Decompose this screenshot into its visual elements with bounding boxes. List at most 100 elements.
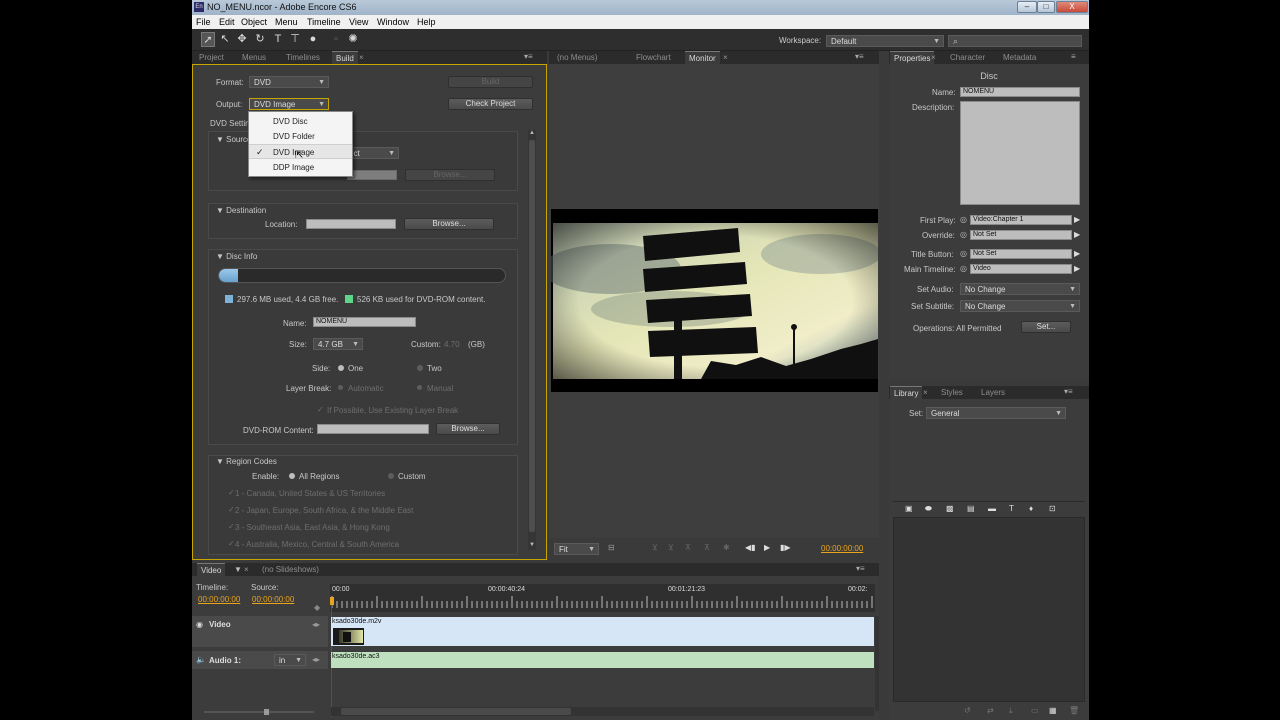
audio-track-header[interactable]: 🔈 Audio 1: in ▼ ◂▸ xyxy=(192,651,328,669)
tab-build[interactable]: Build xyxy=(332,51,358,64)
output-option-dvd-folder[interactable]: DVD Folder xyxy=(249,129,352,144)
library-items-area[interactable] xyxy=(893,517,1085,702)
location-field[interactable] xyxy=(306,219,396,229)
tab-timelines[interactable]: Timelines xyxy=(286,51,320,64)
minimize-button[interactable]: – xyxy=(1017,1,1037,13)
tab-no-menus[interactable]: (no Menus) xyxy=(557,51,597,64)
side-two-radio[interactable] xyxy=(417,365,423,371)
menu-object[interactable]: Object xyxy=(241,17,267,27)
scrollbar-thumb[interactable] xyxy=(529,140,535,532)
library-background-icon[interactable]: ▤ xyxy=(967,504,975,513)
menu-file[interactable]: File xyxy=(196,17,211,27)
side-one-radio[interactable] xyxy=(338,365,344,371)
step-forward-icon[interactable]: ▮▶ xyxy=(780,543,791,552)
speaker-icon[interactable]: 🔈 xyxy=(196,655,206,664)
panel-menu-icon[interactable]: ≡ xyxy=(1071,52,1076,61)
vertical-text-tool-icon[interactable]: ⊤ xyxy=(288,32,302,47)
zoom-slider[interactable] xyxy=(204,709,314,715)
library-place-icon[interactable]: ⊡ xyxy=(1049,504,1056,513)
destination-header[interactable]: ▼ Destination xyxy=(216,206,266,215)
fit-select[interactable]: Fit ▼ xyxy=(554,543,599,555)
region-codes-header[interactable]: ▼ Region Codes xyxy=(216,457,277,466)
title-button-field[interactable]: Not Set xyxy=(970,249,1072,259)
video-track-header[interactable]: ◉ Video ◂▸ xyxy=(192,616,328,647)
track-expand-icon[interactable]: ◂▸ xyxy=(312,620,320,629)
tab-styles[interactable]: Styles xyxy=(941,386,963,399)
pickwhip-icon[interactable]: ◎ xyxy=(960,230,967,239)
mark-out-icon[interactable]: ⊻ xyxy=(668,543,674,552)
go-to-in-icon[interactable]: ⊼ xyxy=(685,543,691,552)
library-text-icon[interactable]: T xyxy=(1009,504,1014,513)
tab-metadata[interactable]: Metadata xyxy=(1003,51,1036,64)
preview-icon[interactable]: ▫ xyxy=(329,32,343,47)
library-set-select[interactable]: General ▼ xyxy=(926,407,1066,419)
video-clip[interactable]: ksado30de.m2v xyxy=(331,617,874,646)
custom-size-value[interactable]: 4.70 xyxy=(444,340,460,349)
description-field[interactable] xyxy=(960,101,1080,205)
trash-icon[interactable]: 🗑 xyxy=(1069,706,1079,715)
move-tool-icon[interactable]: ✥ xyxy=(235,32,249,47)
timeline-vertical-scrollbar[interactable] xyxy=(875,616,879,711)
build-scrollbar[interactable]: ▲ ▼ xyxy=(528,130,536,550)
monitor-timecode[interactable]: 00:00:00:00 xyxy=(821,544,863,553)
zoom-slider-handle[interactable] xyxy=(264,709,269,715)
menu-menu[interactable]: Menu xyxy=(275,17,298,27)
pickwhip-icon[interactable]: ◎ xyxy=(960,264,967,273)
tab-menus[interactable]: Menus xyxy=(242,51,266,64)
menu-help[interactable]: Help xyxy=(417,17,436,27)
first-play-field[interactable]: Video:Chapter 1 xyxy=(970,215,1072,225)
library-button-icon[interactable]: ⬬ xyxy=(925,504,932,514)
timeline-horizontal-scrollbar[interactable] xyxy=(331,707,874,716)
menu-window[interactable]: Window xyxy=(377,17,409,27)
disc-info-header[interactable]: ▼ Disc Info xyxy=(216,252,257,261)
playhead-handle[interactable] xyxy=(330,597,334,605)
close-tab-icon[interactable]: × xyxy=(931,51,936,64)
main-timeline-field[interactable]: Video xyxy=(970,264,1072,274)
library-audio-icon[interactable]: ♦ xyxy=(1029,504,1033,513)
build-button[interactable]: Build xyxy=(448,76,533,88)
close-button[interactable]: X xyxy=(1056,1,1088,13)
set-subtitle-select[interactable]: No Change ▼ xyxy=(960,300,1080,312)
pickwhip-icon[interactable]: ◎ xyxy=(960,215,967,224)
arrow-right-icon[interactable]: ▶ xyxy=(1074,215,1080,224)
format-select[interactable]: DVD ▼ xyxy=(249,76,329,88)
close-tab-icon[interactable]: × xyxy=(923,386,928,399)
panel-menu-icon[interactable]: ▾≡ xyxy=(1064,387,1073,396)
source-header[interactable]: ▼ Source xyxy=(216,135,252,144)
custom-regions-radio[interactable] xyxy=(388,473,394,479)
output-option-ddp-image[interactable]: DDP Image xyxy=(249,160,352,175)
go-to-out-icon[interactable]: ⊼ xyxy=(704,543,710,552)
workspace-select[interactable]: Default ▼ xyxy=(826,35,944,47)
tab-character[interactable]: Character xyxy=(950,51,985,64)
menu-view[interactable]: View xyxy=(349,17,368,27)
audio-clip[interactable]: ksado30de.ac3 xyxy=(331,652,874,668)
tab-library[interactable]: Library xyxy=(890,386,923,399)
maximize-button[interactable]: □ xyxy=(1037,1,1055,13)
set-operations-button[interactable]: Set... xyxy=(1021,321,1071,333)
track-expand-icon[interactable]: ◂▸ xyxy=(312,655,320,664)
direct-select-tool-icon[interactable]: ↖ xyxy=(218,32,232,47)
pickwhip-icon[interactable]: ◎ xyxy=(960,249,967,258)
scrollbar-thumb[interactable] xyxy=(341,708,571,715)
panel-menu-icon[interactable]: ▾≡ xyxy=(856,564,865,573)
close-tab-icon[interactable]: × xyxy=(244,563,249,576)
audio-language-select[interactable]: in ▼ xyxy=(274,654,306,666)
eye-icon[interactable]: ◉ xyxy=(196,620,203,629)
library-refresh-icon[interactable]: ↺ xyxy=(964,706,971,715)
source-timecode[interactable]: 00:00:00:00 xyxy=(252,595,294,604)
panel-menu-icon[interactable]: ▾≡ xyxy=(855,52,864,61)
override-field[interactable]: Not Set xyxy=(970,230,1072,240)
set-audio-select[interactable]: No Change ▼ xyxy=(960,283,1080,295)
all-regions-radio[interactable] xyxy=(289,473,295,479)
library-image-icon[interactable]: ▩ xyxy=(946,504,954,513)
output-select[interactable]: DVD Image ▼ xyxy=(249,98,329,110)
output-option-dvd-disc[interactable]: DVD Disc xyxy=(249,114,352,129)
add-marker-icon[interactable]: ✱ xyxy=(723,543,730,552)
close-tab-icon[interactable]: × xyxy=(359,51,364,64)
marker-icon[interactable]: ◆ xyxy=(314,603,320,612)
rotate-tool-icon[interactable]: ↻ xyxy=(253,32,267,47)
step-back-icon[interactable]: ◀▮ xyxy=(745,543,756,552)
timeline-ruler[interactable]: 00:00 00:00:40:24 00:01:21:23 00:02: xyxy=(330,584,875,612)
dvdrom-browse-button[interactable]: Browse... xyxy=(436,423,500,435)
library-place-icon[interactable]: ⤓ xyxy=(1009,706,1013,716)
